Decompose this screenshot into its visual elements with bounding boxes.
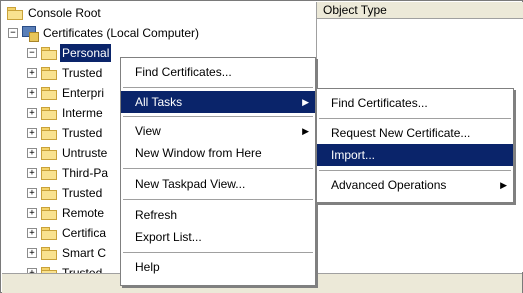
folder-icon — [7, 6, 23, 20]
menu-item-new-taskpad-view[interactable]: New Taskpad View... — [121, 173, 315, 195]
tree-node-label: Trusted — [62, 125, 103, 140]
folder-icon — [41, 106, 57, 120]
tree-node-label: Remote — [62, 205, 105, 220]
expand-toggle[interactable]: + — [27, 68, 37, 78]
collapse-toggle[interactable]: − — [8, 28, 18, 38]
menu-item-import[interactable]: Import... — [317, 144, 513, 166]
tree-node-intermediate[interactable]: Interme — [41, 103, 103, 121]
folder-icon — [41, 206, 57, 220]
tree-node-personal[interactable]: Personal — [41, 43, 112, 62]
tree-node-remote[interactable]: Remote — [41, 203, 104, 221]
menu-separator — [319, 118, 511, 119]
tree-node-certificates-local-computer[interactable]: Certificates (Local Computer) — [22, 23, 200, 42]
folder-icon — [41, 46, 57, 60]
menu-item-label: All Tasks — [135, 95, 183, 109]
tree-node-label: Personal — [60, 43, 112, 62]
menu-item-all-tasks[interactable]: All Tasks ▶ — [121, 91, 315, 113]
menu-item-label: View — [135, 124, 161, 138]
collapse-toggle[interactable]: − — [27, 48, 37, 58]
context-menu: Find Certificates... All Tasks ▶ View ▶ … — [120, 57, 316, 286]
certificates-snapin-icon — [22, 25, 39, 42]
tree-node-label: Certificates (Local Computer) — [43, 25, 200, 40]
menu-item-refresh[interactable]: Refresh — [121, 204, 315, 226]
tree-node-enterprise-trust[interactable]: Enterpri — [41, 83, 104, 101]
tree-node-certificate-enrollment[interactable]: Certifica — [41, 223, 106, 241]
menu-separator — [123, 252, 313, 253]
expand-toggle[interactable]: + — [27, 88, 37, 98]
folder-icon — [41, 226, 57, 240]
menu-item-label: Advanced Operations — [331, 178, 447, 192]
folder-icon — [41, 246, 57, 260]
menu-item-advanced-operations[interactable]: Advanced Operations ▶ — [317, 174, 513, 196]
menu-separator — [123, 168, 313, 169]
folder-icon — [41, 146, 57, 160]
folder-icon — [41, 166, 57, 180]
menu-separator — [123, 199, 313, 200]
menu-separator — [123, 116, 313, 117]
expand-toggle[interactable]: + — [27, 248, 37, 258]
folder-icon — [41, 86, 57, 100]
tree-node-trusted-people[interactable]: Trusted — [41, 183, 102, 201]
expand-toggle[interactable]: + — [27, 168, 37, 178]
folder-icon — [41, 66, 57, 80]
menu-separator — [319, 170, 511, 171]
expand-toggle[interactable]: + — [27, 188, 37, 198]
tree-node-label: Trusted — [62, 65, 103, 80]
tree-node-label: Interme — [62, 105, 103, 120]
tree-node-trusted-root[interactable]: Trusted — [41, 63, 102, 81]
tree-node-label: Certifica — [62, 225, 107, 240]
tree-node-label: Untruste — [62, 145, 108, 160]
menu-separator — [123, 87, 313, 88]
expand-toggle[interactable]: + — [27, 228, 37, 238]
menu-item-find-certificates[interactable]: Find Certificates... — [121, 61, 315, 83]
menu-item-new-window[interactable]: New Window from Here — [121, 142, 315, 164]
submenu-arrow-icon: ▶ — [302, 97, 309, 107]
all-tasks-submenu: Find Certificates... Request New Certifi… — [316, 88, 514, 203]
folder-icon — [41, 126, 57, 140]
submenu-arrow-icon: ▶ — [302, 126, 309, 136]
menu-item-request-new-certificate[interactable]: Request New Certificate... — [317, 122, 513, 144]
tree-node-label: Console Root — [28, 5, 101, 20]
tree-node-label: Enterpri — [62, 85, 105, 100]
tree-node-third-party[interactable]: Third-Pa — [41, 163, 108, 181]
menu-item-find-certificates[interactable]: Find Certificates... — [317, 92, 513, 114]
tree-node-label: Smart C — [62, 245, 107, 260]
menu-item-export-list[interactable]: Export List... — [121, 226, 315, 248]
submenu-arrow-icon: ▶ — [500, 180, 507, 190]
tree-node-label: Third-Pa — [62, 165, 109, 180]
folder-icon — [41, 186, 57, 200]
tree-node-label: Trusted — [62, 185, 103, 200]
tree-node-console-root[interactable]: Console Root — [7, 3, 101, 21]
expand-toggle[interactable]: + — [27, 128, 37, 138]
tree-node-trusted-publishers[interactable]: Trusted — [41, 123, 102, 141]
column-header-object-type[interactable]: Object Type — [317, 2, 523, 19]
tree-node-untrusted[interactable]: Untruste — [41, 143, 107, 161]
menu-item-view[interactable]: View ▶ — [121, 120, 315, 142]
tree-node-smart-card[interactable]: Smart C — [41, 243, 106, 261]
expand-toggle[interactable]: + — [27, 208, 37, 218]
expand-toggle[interactable]: + — [27, 108, 37, 118]
expand-toggle[interactable]: + — [27, 148, 37, 158]
menu-item-help[interactable]: Help — [121, 256, 315, 278]
